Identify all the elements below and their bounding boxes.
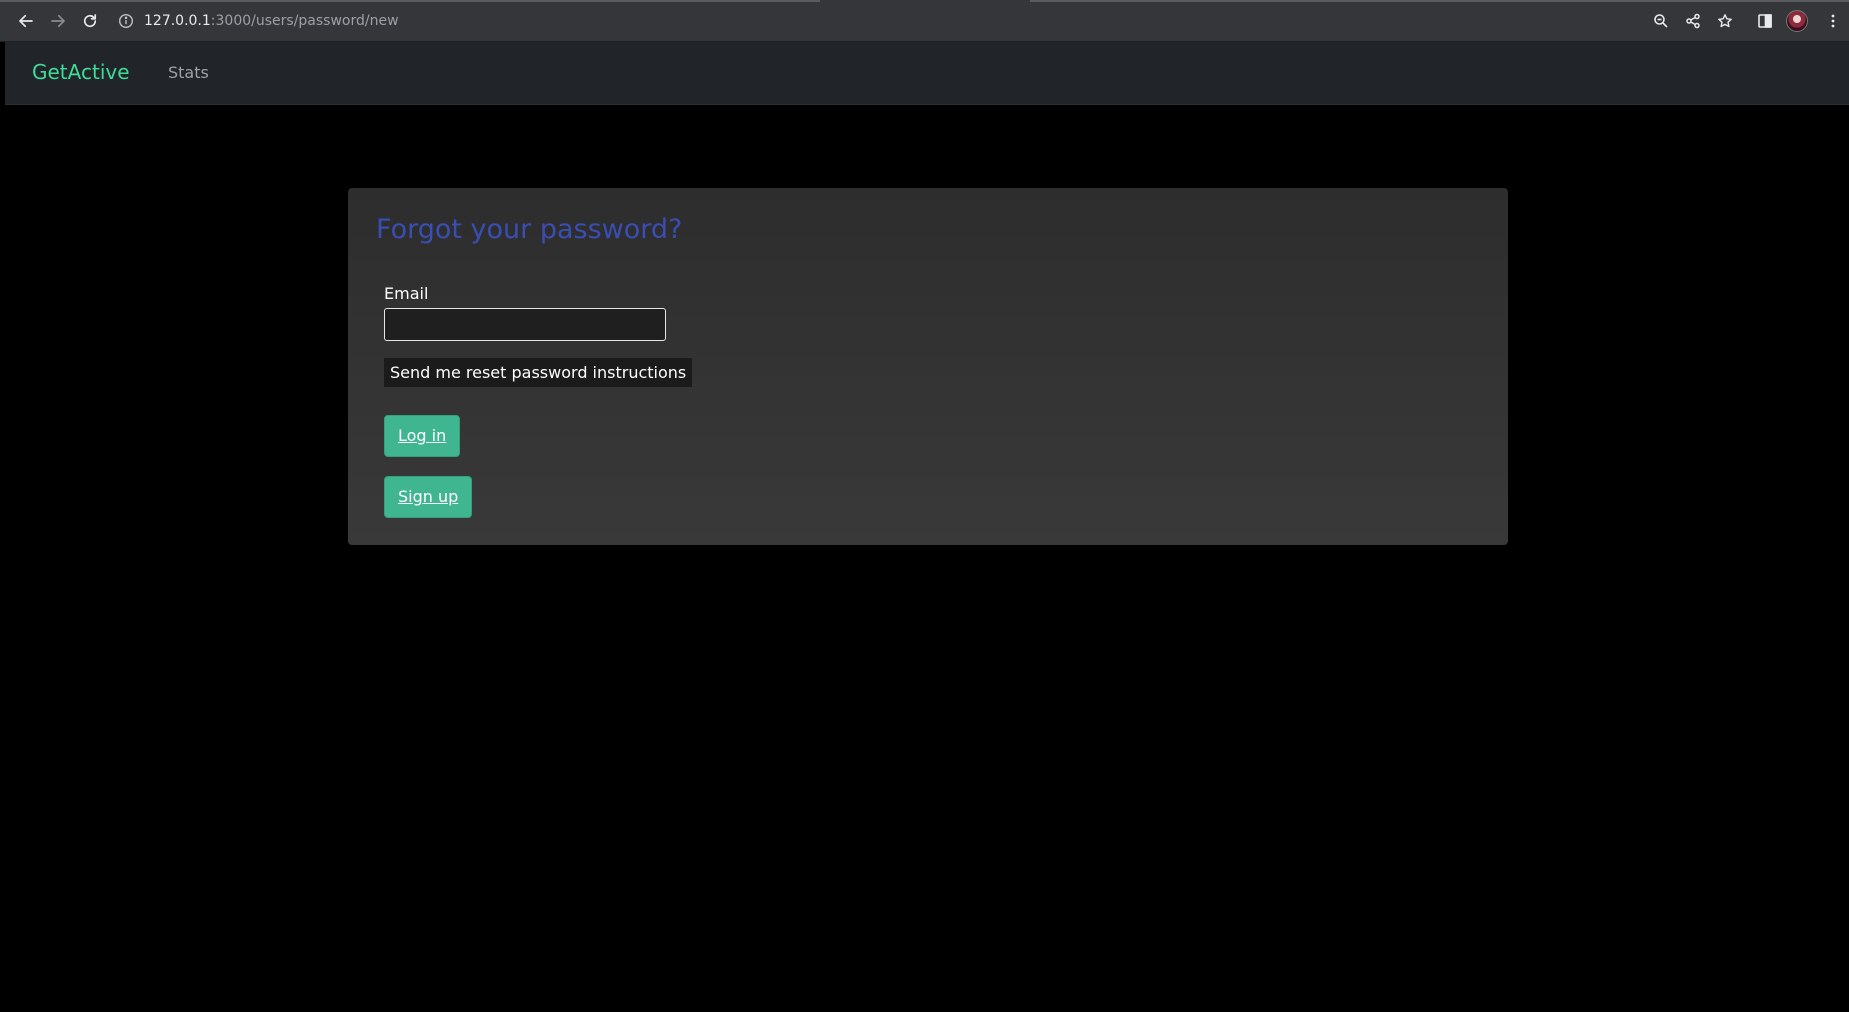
site-info-icon[interactable] [118, 13, 134, 29]
zoom-icon[interactable] [1649, 9, 1673, 33]
browser-window: 127.0.0.1:3000/users/password/new GetAct… [0, 0, 1849, 1012]
top-navbar: GetActive Stats [5, 42, 1849, 105]
brand-link[interactable]: GetActive [32, 60, 130, 84]
page-content: GetActive Stats Forgot your password? Em… [5, 42, 1849, 1012]
bookmark-star-icon[interactable] [1713, 9, 1737, 33]
page-title: Forgot your password? [376, 214, 683, 245]
browser-actions [1649, 9, 1849, 33]
send-reset-instructions-button[interactable]: Send me reset password instructions [384, 358, 693, 387]
log-in-link[interactable]: Log in [384, 415, 461, 457]
sign-up-link[interactable]: Sign up [384, 476, 473, 518]
reload-icon[interactable] [78, 9, 102, 33]
back-arrow-icon[interactable] [14, 9, 38, 33]
browser-toolbar: 127.0.0.1:3000/users/password/new [0, 0, 1849, 42]
menu-kebab-icon[interactable] [1821, 9, 1845, 33]
email-label: Email [384, 284, 429, 303]
url-path: :3000/users/password/new [210, 13, 399, 29]
share-icon[interactable] [1681, 9, 1705, 33]
address-bar[interactable]: 127.0.0.1:3000/users/password/new [118, 9, 399, 33]
side-panel-icon[interactable] [1753, 9, 1777, 33]
url-host: 127.0.0.1 [144, 13, 211, 29]
forward-arrow-icon[interactable] [46, 9, 70, 33]
profile-avatar[interactable] [1786, 10, 1808, 32]
tab-strip-edge [0, 0, 820, 2]
nav-link-stats[interactable]: Stats [168, 63, 209, 82]
tab-strip-edge [1030, 0, 1849, 2]
email-field[interactable] [384, 308, 666, 341]
password-reset-card: Forgot your password? Email Send me rese… [348, 188, 1508, 545]
